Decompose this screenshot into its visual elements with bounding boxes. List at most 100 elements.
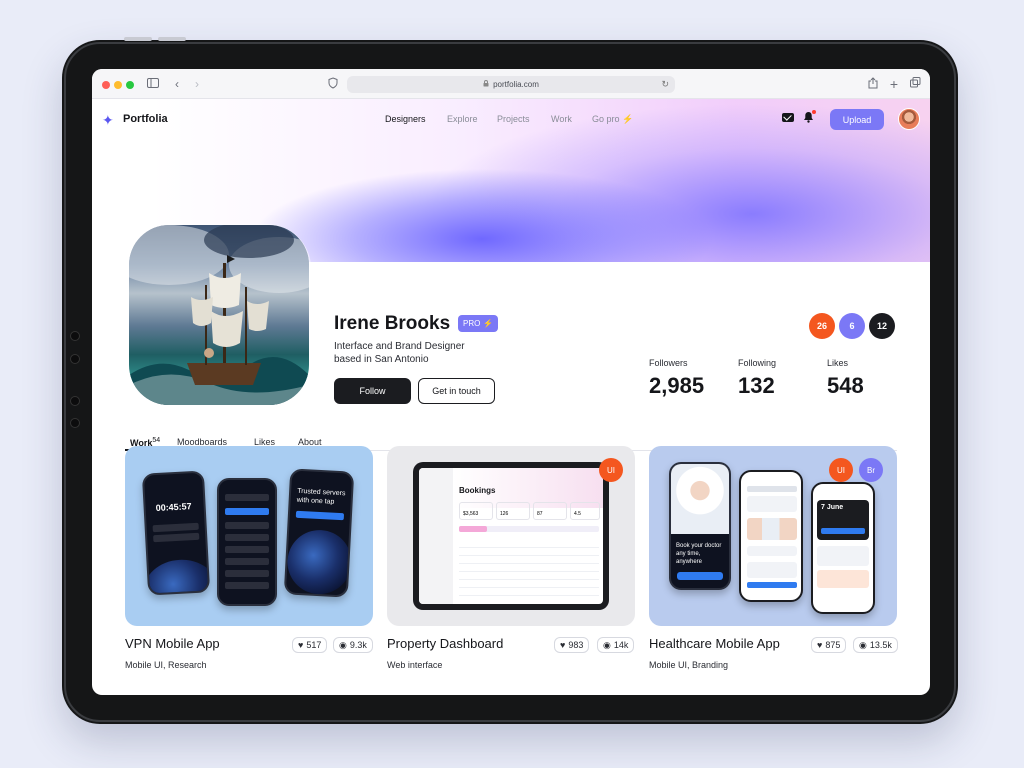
vpn-promo-text: Trusted servers with one tap (296, 487, 346, 506)
mail-icon[interactable] (782, 113, 794, 122)
back-icon[interactable]: ‹ (170, 77, 184, 91)
lightning-icon: ⚡ (483, 319, 494, 328)
tabs-overview-icon[interactable] (908, 77, 922, 91)
device-top-button (124, 37, 152, 41)
project-tags: Mobile UI, Research (125, 660, 207, 670)
view-count: 14k (613, 640, 629, 650)
view-count: 9.3k (349, 640, 367, 650)
metric: 87 (533, 502, 567, 520)
mockup-row (225, 522, 269, 529)
followers-count[interactable]: 2,985 (649, 373, 704, 399)
tab-count: 54 (152, 437, 161, 444)
address-bar[interactable]: portfolia.com ↻ (347, 76, 675, 93)
minimize-window-button[interactable] (114, 81, 122, 89)
shield-icon[interactable] (326, 77, 340, 91)
mockup-row (817, 546, 869, 566)
device-side-dot (70, 418, 80, 428)
ui-tag: UI (829, 458, 853, 482)
project-title[interactable]: Property Dashboard (387, 636, 503, 651)
project-tags: Mobile UI, Branding (649, 660, 729, 670)
doctor-thumbnails (747, 518, 797, 540)
screen: ‹ › portfolia.com ↻ + ✦ Portfolia Design… (92, 69, 930, 695)
bio-line: Interface and Brand Designer (334, 341, 465, 352)
cover-mask (252, 262, 930, 292)
top-nav: ✦ Portfolia Designers Explore Projects W… (92, 99, 930, 141)
nav-explore[interactable]: Explore (447, 114, 478, 124)
achievement-badge[interactable]: 6 (839, 313, 865, 339)
mockup-row (225, 570, 269, 577)
heart-icon: ♥ (560, 640, 566, 650)
doctor-photo (671, 464, 729, 534)
branding-tag: Br (859, 458, 883, 482)
nav-go-pro[interactable]: Go pro ⚡ (592, 114, 633, 125)
like-count-pill[interactable]: ♥ 983 (554, 637, 590, 653)
sidebar-icon[interactable] (146, 77, 160, 91)
reload-icon[interactable]: ↻ (661, 79, 669, 90)
pro-badge: PRO ⚡ (458, 315, 499, 332)
followers-label: Followers (649, 358, 688, 368)
nav-projects[interactable]: Projects (497, 114, 530, 124)
zoom-window-button[interactable] (126, 81, 134, 89)
user-avatar[interactable] (898, 108, 920, 130)
upload-button[interactable]: Upload (830, 109, 884, 130)
nav-work[interactable]: Work (551, 114, 572, 124)
badge-count: 6 (849, 321, 855, 331)
follow-button[interactable]: Follow (334, 378, 411, 404)
metric: $3,563 (459, 502, 493, 520)
dashboard-table (459, 540, 599, 600)
logo[interactable]: Portfolia (123, 113, 168, 125)
eye-icon: ◉ (859, 639, 867, 650)
close-window-button[interactable] (102, 81, 110, 89)
mockup-row (817, 570, 869, 588)
project-thumbnail-dashboard[interactable]: Bookings $3,563 126 87 4.5 UI (387, 446, 635, 626)
go-pro-label: Go pro (592, 114, 620, 124)
mockup-row (225, 534, 269, 541)
profile-name: Irene Brooks (334, 313, 451, 334)
phone-mockup (217, 478, 277, 606)
tablet-mockup: Bookings $3,563 126 87 4.5 (413, 462, 609, 610)
mockup-button (677, 572, 723, 580)
metric: 126 (496, 502, 530, 520)
bio-line: based in San Antonio (334, 354, 429, 365)
device-top-button (158, 37, 186, 41)
achievement-badge[interactable]: 12 (869, 313, 895, 339)
eye-icon: ◉ (339, 639, 347, 650)
phone-mockup: 7 June (811, 482, 875, 614)
following-label: Following (738, 358, 777, 368)
project-title[interactable]: Healthcare Mobile App (649, 636, 780, 651)
following-count[interactable]: 132 (738, 373, 775, 399)
forward-icon[interactable]: › (190, 77, 204, 91)
mockup-row (747, 486, 797, 492)
mockup-row (225, 546, 269, 553)
share-icon[interactable] (866, 77, 880, 91)
mockup-row (295, 510, 345, 521)
like-count-pill[interactable]: ♥ 875 (811, 637, 847, 653)
health-promo-text: Book your doctor any time, anywhere (676, 543, 722, 565)
project-thumbnail-healthcare[interactable]: Book your doctor any time, anywhere 7 Ju… (649, 446, 897, 626)
heart-icon: ♥ (298, 640, 304, 650)
badge-count: 12 (876, 321, 887, 331)
mockup-row (747, 546, 797, 556)
dashboard-screen: Bookings $3,563 126 87 4.5 (419, 468, 603, 604)
lightning-icon: ⚡ (622, 114, 634, 124)
project-title[interactable]: VPN Mobile App (125, 636, 220, 651)
vpn-timer: 00:45:57 (155, 501, 192, 514)
dashboard-heading: Bookings (459, 486, 496, 495)
like-count-pill[interactable]: ♥ 517 (292, 637, 328, 653)
view-count: 13.5k (869, 640, 892, 650)
globe-illustration (285, 528, 354, 596)
get-in-touch-button[interactable]: Get in touch (418, 378, 495, 404)
achievement-badge[interactable]: 26 (809, 313, 835, 339)
new-tab-icon[interactable]: + (887, 77, 901, 91)
lock-icon (483, 80, 489, 89)
phone-mockup: Trusted servers with one tap (283, 468, 355, 598)
likes-count: 548 (827, 373, 864, 398)
likes-label: Likes (827, 358, 849, 368)
view-count-pill: ◉ 13.5k (853, 637, 898, 653)
device-side-dot (70, 354, 80, 364)
dashboard-sidebar (419, 468, 453, 604)
project-thumbnail-vpn[interactable]: 00:45:57 Trusted servers with one tap (125, 446, 373, 626)
heart-icon: ♥ (817, 640, 823, 650)
nav-designers[interactable]: Designers (385, 114, 426, 124)
notification-dot (812, 110, 816, 114)
